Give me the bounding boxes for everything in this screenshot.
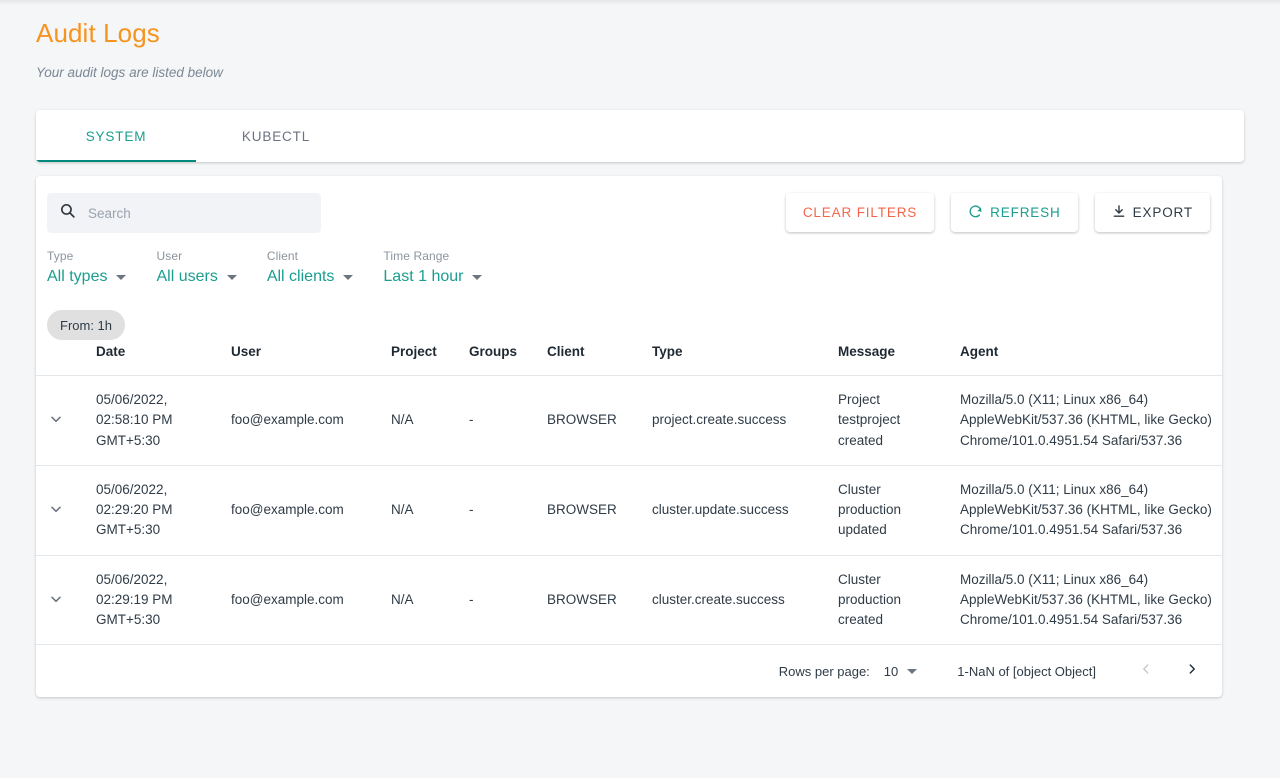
chip-from[interactable]: From: 1h bbox=[47, 310, 126, 340]
column-header-groups: Groups bbox=[461, 336, 539, 376]
cell-user: foo@example.com bbox=[223, 555, 383, 646]
table-row[interactable]: 05/06/2022, 02:58:10 PM GMT+5:30 foo@exa… bbox=[36, 375, 1222, 466]
filters-toolbar: CLEAR FILTERS REFRESH bbox=[36, 176, 1222, 340]
audit-logs-page: Audit Logs Your audit logs are listed be… bbox=[0, 0, 1280, 698]
cell-project: N/A bbox=[383, 375, 461, 466]
column-header-expand bbox=[36, 336, 88, 376]
active-filter-chips: From: 1h bbox=[47, 310, 126, 340]
cell-message: Cluster production updated bbox=[830, 465, 952, 556]
row-expand-cell bbox=[36, 375, 88, 466]
cell-agent: Mozilla/5.0 (X11; Linux x86_64) AppleWeb… bbox=[952, 555, 1222, 646]
cell-user: foo@example.com bbox=[223, 375, 383, 466]
cell-groups: - bbox=[461, 465, 539, 556]
filter-type-value: All types bbox=[47, 268, 108, 285]
rows-per-page-label: Rows per page: bbox=[778, 663, 870, 679]
tabs-bar: SYSTEM KUBECTL bbox=[36, 110, 1244, 162]
chevron-down-icon bbox=[226, 274, 237, 280]
filter-user-label: User bbox=[156, 249, 183, 263]
expand-row-button[interactable] bbox=[44, 497, 68, 521]
chevron-right-icon bbox=[1189, 664, 1195, 674]
column-header-date: Date bbox=[88, 336, 223, 376]
cell-agent: Mozilla/5.0 (X11; Linux x86_64) AppleWeb… bbox=[952, 465, 1222, 556]
expand-row-button[interactable] bbox=[44, 587, 68, 611]
column-header-user: User bbox=[223, 336, 383, 376]
filter-client: Client All clients bbox=[267, 249, 354, 286]
search-icon bbox=[59, 202, 76, 224]
filter-type-select[interactable]: All types bbox=[47, 268, 127, 286]
filter-user-value: All users bbox=[156, 268, 218, 285]
chevron-down-icon bbox=[51, 596, 61, 602]
chevron-left-icon bbox=[1143, 664, 1149, 674]
column-header-client: Client bbox=[539, 336, 644, 376]
page-title: Audit Logs bbox=[36, 18, 160, 48]
filter-time-range-select[interactable]: Last 1 hour bbox=[383, 268, 483, 286]
rows-per-page-select[interactable]: 10 bbox=[883, 663, 918, 679]
cell-groups: - bbox=[461, 555, 539, 646]
filter-user: User All users bbox=[156, 249, 237, 286]
audit-logs-card: CLEAR FILTERS REFRESH bbox=[36, 176, 1222, 698]
refresh-button[interactable]: REFRESH bbox=[951, 193, 1078, 232]
filter-client-value: All clients bbox=[266, 268, 335, 285]
table-row[interactable]: 05/06/2022, 02:29:20 PM GMT+5:30 foo@exa… bbox=[36, 465, 1222, 556]
tab-system[interactable]: SYSTEM bbox=[36, 110, 196, 162]
filter-time-range-value: Last 1 hour bbox=[383, 268, 464, 285]
cell-date: 05/06/2022, 02:29:19 PM GMT+5:30 bbox=[88, 555, 223, 646]
filter-dropdowns: Type All types User All users Client All… bbox=[47, 249, 512, 286]
next-page-button[interactable] bbox=[1176, 654, 1208, 688]
cell-user: foo@example.com bbox=[223, 465, 383, 556]
column-header-message: Message bbox=[830, 336, 952, 376]
audit-logs-table: Date User Project Groups Client Type Mes… bbox=[36, 336, 1222, 646]
page-subtitle: Your audit logs are listed below bbox=[36, 65, 223, 80]
download-icon bbox=[1112, 204, 1126, 222]
filter-client-label: Client bbox=[266, 249, 299, 263]
cell-type: project.create.success bbox=[644, 375, 830, 466]
chevron-down-icon bbox=[343, 274, 354, 280]
chevron-down-icon bbox=[51, 416, 61, 423]
chevron-down-icon bbox=[116, 274, 127, 280]
filter-type: Type All types bbox=[47, 249, 127, 286]
filter-time-range-label: Time Range bbox=[383, 249, 450, 263]
search-input[interactable] bbox=[88, 205, 309, 221]
tab-kubectl[interactable]: KUBECTL bbox=[196, 110, 356, 162]
cell-type: cluster.create.success bbox=[644, 555, 830, 646]
export-button[interactable]: EXPORT bbox=[1094, 193, 1210, 232]
cell-groups: - bbox=[461, 375, 539, 466]
refresh-icon bbox=[968, 204, 983, 222]
cell-message: Cluster production created bbox=[830, 555, 952, 646]
table-header-row: Date User Project Groups Client Type Mes… bbox=[36, 336, 1222, 376]
cell-date: 05/06/2022, 02:29:20 PM GMT+5:30 bbox=[88, 465, 223, 556]
clear-filters-button[interactable]: CLEAR FILTERS bbox=[785, 193, 935, 232]
cell-client: BROWSER bbox=[539, 555, 644, 646]
search-box[interactable] bbox=[47, 193, 321, 233]
cell-client: BROWSER bbox=[539, 375, 644, 466]
column-header-type: Type bbox=[644, 336, 830, 376]
cell-agent: Mozilla/5.0 (X11; Linux x86_64) AppleWeb… bbox=[952, 375, 1222, 466]
cell-date: 05/06/2022, 02:58:10 PM GMT+5:30 bbox=[88, 375, 223, 466]
chevron-down-icon bbox=[472, 274, 483, 280]
filter-time-range: Time Range Last 1 hour bbox=[383, 249, 483, 286]
export-button-label: EXPORT bbox=[1132, 205, 1193, 220]
column-header-project: Project bbox=[383, 336, 461, 376]
cell-client: BROWSER bbox=[539, 465, 644, 556]
row-expand-cell bbox=[36, 555, 88, 646]
chevron-down-icon bbox=[51, 506, 61, 513]
cell-project: N/A bbox=[383, 465, 461, 556]
cell-project: N/A bbox=[383, 555, 461, 646]
chevron-down-icon bbox=[907, 668, 918, 674]
table-pagination: Rows per page: 10 1-NaN of [object Objec… bbox=[36, 645, 1222, 697]
table-row[interactable]: 05/06/2022, 02:29:19 PM GMT+5:30 foo@exa… bbox=[36, 555, 1222, 646]
previous-page-button[interactable] bbox=[1130, 654, 1162, 688]
expand-row-button[interactable] bbox=[44, 407, 68, 431]
rows-per-page-value: 10 bbox=[883, 663, 899, 679]
filter-user-select[interactable]: All users bbox=[156, 268, 237, 286]
row-expand-cell bbox=[36, 465, 88, 556]
cell-message: Project testproject created bbox=[830, 375, 952, 466]
column-header-agent: Agent bbox=[952, 336, 1222, 376]
toolbar-actions: CLEAR FILTERS REFRESH EXPORT bbox=[785, 193, 1210, 232]
filter-client-select[interactable]: All clients bbox=[267, 268, 354, 286]
refresh-button-label: REFRESH bbox=[990, 205, 1061, 220]
pagination-range: 1-NaN of [object Object] bbox=[957, 663, 1096, 679]
cell-type: cluster.update.success bbox=[644, 465, 830, 556]
filter-type-label: Type bbox=[47, 249, 74, 263]
